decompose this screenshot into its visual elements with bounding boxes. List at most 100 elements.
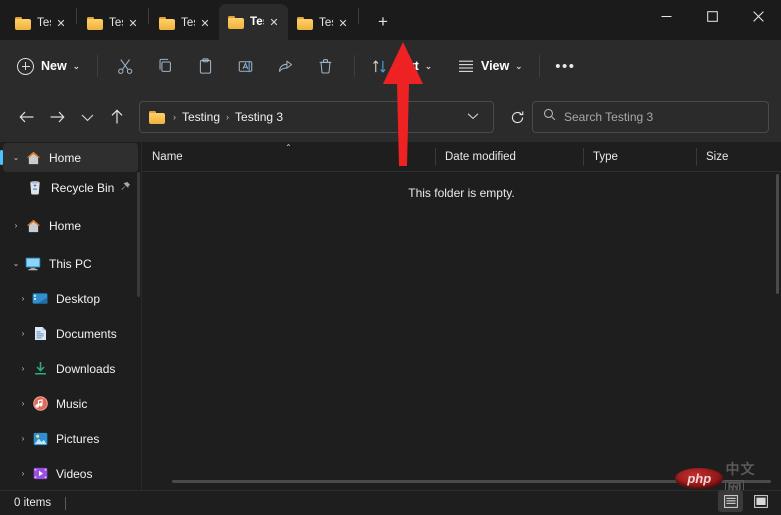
more-options-button[interactable]: ••• — [548, 50, 582, 82]
sidebar-item-label: Music — [56, 396, 88, 411]
new-tab-button[interactable]: + — [368, 7, 398, 37]
back-button[interactable] — [12, 102, 42, 132]
sidebar-item-pictures[interactable]: › Pictures — [3, 424, 138, 453]
tab-4-active[interactable]: Testing ✕ — [219, 4, 288, 40]
new-button[interactable]: New ⌄ — [10, 50, 89, 82]
scrollbar-thumb[interactable] — [776, 174, 779, 294]
tab-3[interactable]: Testing ✕ — [150, 6, 219, 40]
folder-icon — [15, 16, 31, 30]
sort-button[interactable]: Sort ⌄ — [363, 50, 441, 82]
folder-icon — [159, 16, 175, 30]
tab-separator — [76, 7, 77, 24]
details-view-button[interactable] — [718, 490, 743, 512]
toolbar-divider — [353, 55, 355, 77]
chevron-down-icon: ⌄ — [424, 60, 432, 71]
folder-icon — [297, 16, 313, 30]
sidebar-item-label: Downloads — [56, 361, 116, 376]
tab-label: Testing — [109, 17, 123, 29]
delete-button[interactable] — [306, 49, 346, 83]
tab-bar: Testing ✕ Testing ✕ Testing ✕ Testing ✕ — [0, 0, 781, 40]
sidebar-item-music[interactable]: › Music — [3, 389, 138, 418]
sidebar-item-this-pc[interactable]: ⌄ This PC — [3, 249, 138, 278]
column-headers: ⌃ Name Date modified Type Size — [142, 142, 781, 172]
sidebar-item-desktop[interactable]: › Desktop — [3, 284, 138, 313]
copy-button[interactable] — [146, 49, 186, 83]
search-box[interactable]: Search Testing 3 — [532, 101, 769, 133]
tab-close-icon[interactable]: ✕ — [197, 15, 213, 31]
sidebar-scrollbar[interactable] — [137, 172, 140, 297]
column-label: Type — [593, 150, 618, 163]
chevron-down-icon[interactable]: ⌄ — [8, 153, 24, 162]
maximize-icon[interactable] — [689, 0, 735, 32]
empty-folder-message: This folder is empty. — [408, 186, 515, 200]
chevron-right-icon[interactable]: › — [8, 221, 24, 230]
sidebar-item-downloads[interactable]: › Downloads — [3, 354, 138, 383]
breadcrumb-item-testing-3[interactable]: Testing 3 — [235, 110, 283, 124]
folder-icon — [228, 15, 244, 29]
tab-label: Testing — [250, 16, 264, 28]
window-controls — [643, 0, 781, 32]
chevron-right-icon[interactable]: › — [15, 294, 31, 303]
column-label: Date modified — [445, 150, 516, 163]
view-button[interactable]: View ⌄ — [449, 50, 531, 82]
toolbar-divider — [96, 55, 98, 77]
address-bar[interactable]: › Testing › Testing 3 — [139, 101, 494, 133]
vertical-scrollbar[interactable] — [775, 142, 781, 490]
sidebar-item-label: Desktop — [56, 291, 101, 306]
toolbar-divider — [539, 55, 541, 77]
tab-close-icon[interactable]: ✕ — [266, 14, 282, 30]
navigation-pane: ⌄ Home Recycle Bin › Home ⌄ This PC › De… — [0, 142, 141, 490]
sidebar-item-label: Home — [49, 150, 82, 165]
tab-close-icon[interactable]: ✕ — [53, 15, 69, 31]
sidebar-item-label: Documents — [56, 326, 117, 341]
pin-icon[interactable] — [120, 181, 131, 195]
new-button-label: New — [41, 59, 67, 73]
rename-button[interactable] — [226, 49, 266, 83]
chevron-right-icon[interactable]: › — [15, 434, 31, 443]
tab-label: Testing — [37, 17, 51, 29]
chevron-right-icon[interactable]: › — [15, 329, 31, 338]
large-icons-view-button[interactable] — [748, 490, 773, 512]
refresh-button[interactable] — [502, 102, 532, 132]
cut-button[interactable] — [106, 49, 146, 83]
chevron-right-icon[interactable]: › — [15, 469, 31, 478]
tab-label: Testing — [319, 17, 333, 29]
sidebar-item-videos[interactable]: › Videos — [3, 459, 138, 488]
tab-close-icon[interactable]: ✕ — [335, 15, 351, 31]
share-button[interactable] — [266, 49, 306, 83]
tab-separator — [148, 7, 149, 24]
chevron-down-icon[interactable]: ⌄ — [8, 259, 24, 268]
up-button[interactable] — [102, 102, 132, 132]
recent-locations-button[interactable] — [72, 102, 102, 132]
column-header-size[interactable]: Size — [696, 142, 781, 172]
sidebar-item-recycle-bin[interactable]: Recycle Bin — [3, 173, 138, 202]
tab-1[interactable]: Testing ✕ — [6, 6, 75, 40]
sidebar-item-home[interactable]: ⌄ Home — [0, 143, 138, 172]
view-button-label: View — [480, 59, 510, 73]
tab-close-icon[interactable]: ✕ — [125, 15, 141, 31]
column-header-type[interactable]: Type — [583, 142, 696, 172]
address-dropdown-icon[interactable] — [459, 112, 487, 122]
minimize-icon[interactable] — [643, 0, 689, 32]
chevron-right-icon[interactable]: › — [15, 399, 31, 408]
column-header-name[interactable]: ⌃ Name — [142, 142, 435, 172]
sidebar-item-label: Recycle Bin — [51, 180, 115, 195]
chevron-down-icon: ⌄ — [72, 60, 80, 71]
sidebar-item-home-2[interactable]: › Home — [3, 211, 138, 240]
forward-button[interactable] — [42, 102, 72, 132]
sidebar-item-documents[interactable]: › Documents — [3, 319, 138, 348]
plus-icon — [17, 57, 34, 75]
sort-icon — [372, 59, 387, 74]
close-icon[interactable] — [735, 0, 781, 32]
tab-separator — [358, 7, 359, 24]
column-header-date-modified[interactable]: Date modified — [435, 142, 583, 172]
paste-button[interactable] — [186, 49, 226, 83]
view-toggle-group — [718, 490, 773, 512]
tab-5[interactable]: Testing ✕ — [288, 6, 357, 40]
horizontal-scrollbar[interactable] — [172, 480, 771, 483]
breadcrumb-separator: › — [173, 112, 176, 122]
chevron-right-icon[interactable]: › — [15, 364, 31, 373]
tab-2[interactable]: Testing ✕ — [78, 6, 147, 40]
breadcrumb-separator: › — [226, 112, 230, 122]
breadcrumb-item-testing[interactable]: Testing — [182, 110, 220, 124]
